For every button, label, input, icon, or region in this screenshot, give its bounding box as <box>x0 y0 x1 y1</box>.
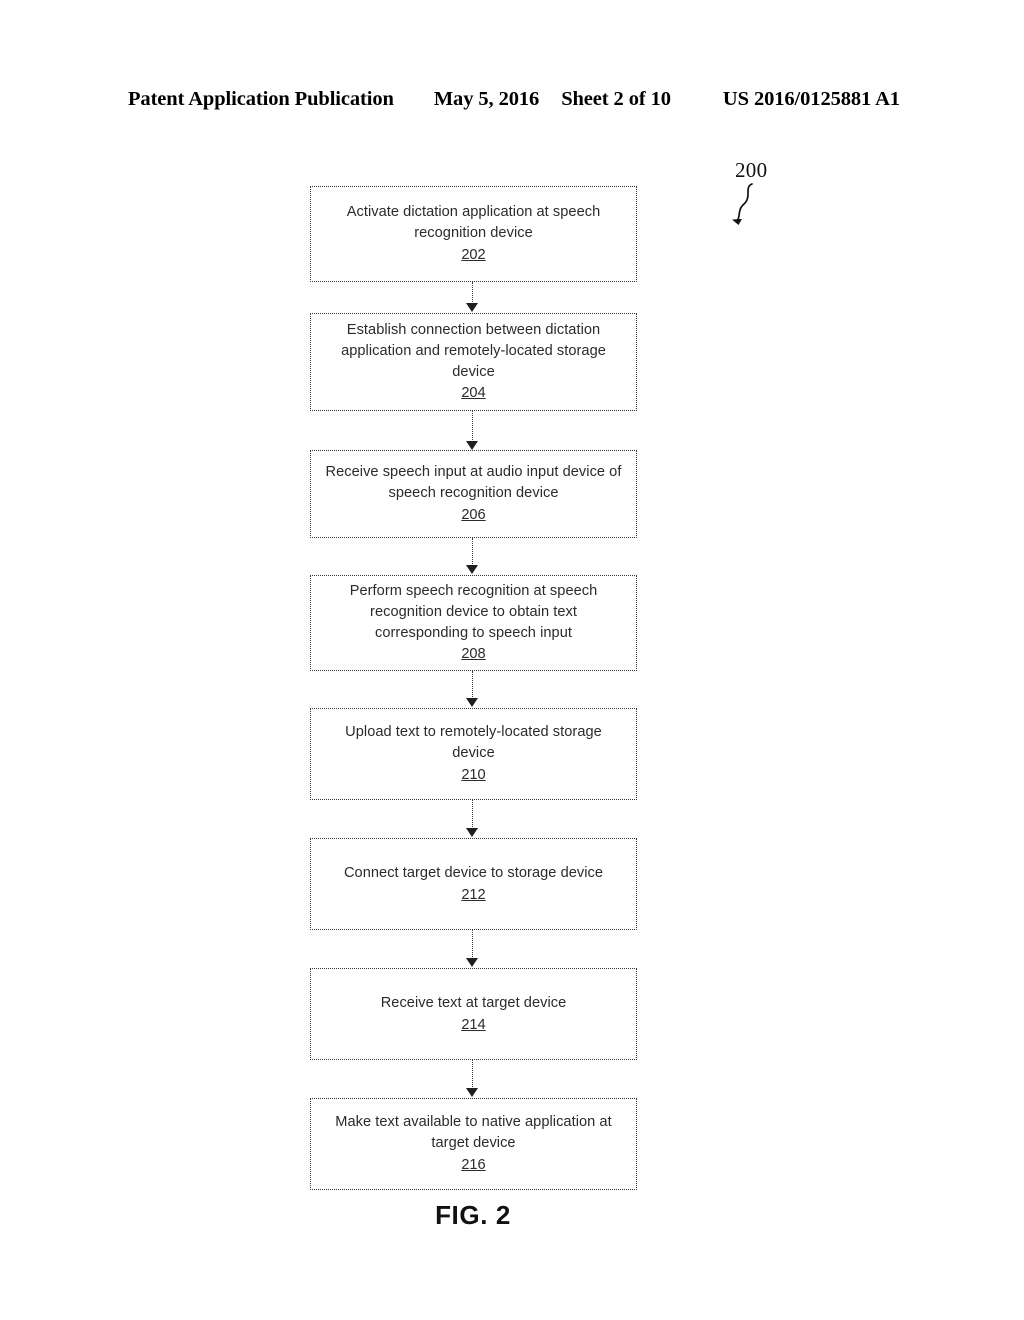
flow-node-206-ref: 206 <box>461 506 486 523</box>
flow-node-212-ref: 212 <box>461 886 486 903</box>
flow-node-216-ref: 216 <box>461 1156 486 1173</box>
connector-214-to-216 <box>472 1060 473 1089</box>
arrowhead-down-icon <box>466 441 478 450</box>
flowchart-diagram: 200 Activate dictation application at sp… <box>0 0 1024 1320</box>
connector-212-to-214 <box>472 930 473 959</box>
flow-node-212: Connect target device to storage device … <box>310 838 637 930</box>
flow-node-210-ref: 210 <box>461 766 486 783</box>
flow-node-208: Perform speech recognition at speech rec… <box>310 575 637 671</box>
flow-node-208-text: Perform speech recognition at speech rec… <box>349 583 598 641</box>
connector-202-to-204 <box>472 282 473 304</box>
flow-node-204: Establish connection between dictation a… <box>310 313 637 411</box>
connector-210-to-212 <box>472 800 473 829</box>
flow-node-206: Receive speech input at audio input devi… <box>310 450 637 538</box>
arrowhead-down-icon <box>466 828 478 837</box>
flow-node-214-ref: 214 <box>461 1016 486 1033</box>
flow-node-216-text: Make text available to native applicatio… <box>335 1114 612 1152</box>
connector-208-to-210 <box>472 671 473 699</box>
flow-node-202-text: Activate dictation application at speech… <box>346 204 601 242</box>
flow-node-202-ref: 202 <box>461 246 486 263</box>
arrowhead-down-icon <box>466 698 478 707</box>
connector-204-to-206 <box>472 411 473 442</box>
arrowhead-down-icon <box>466 958 478 967</box>
flow-node-210: Upload text to remotely-located storage … <box>310 708 637 800</box>
arrowhead-down-icon <box>466 303 478 312</box>
figure-caption: FIG. 2 <box>0 1200 1024 1231</box>
flow-node-214: Receive text at target device 214 <box>310 968 637 1060</box>
connector-206-to-208 <box>472 538 473 566</box>
arrowhead-down-icon <box>466 565 478 574</box>
arrowhead-down-icon <box>466 1088 478 1097</box>
figure-caption-text: FIG. 2 <box>435 1200 511 1230</box>
flow-node-206-text: Receive speech input at audio input devi… <box>325 464 622 502</box>
flow-node-216: Make text available to native applicatio… <box>310 1098 637 1190</box>
flow-node-208-ref: 208 <box>461 646 486 663</box>
flow-node-210-text: Upload text to remotely-located storage … <box>345 724 602 762</box>
flow-node-214-text: Receive text at target device <box>380 994 567 1011</box>
squiggle-leader-arrow-icon <box>732 183 753 225</box>
flow-node-202: Activate dictation application at speech… <box>310 186 637 282</box>
flow-node-204-ref: 204 <box>461 385 486 402</box>
flow-node-204-text: Establish connection between dictation a… <box>341 322 606 380</box>
flow-node-212-text: Connect target device to storage device <box>343 864 604 881</box>
